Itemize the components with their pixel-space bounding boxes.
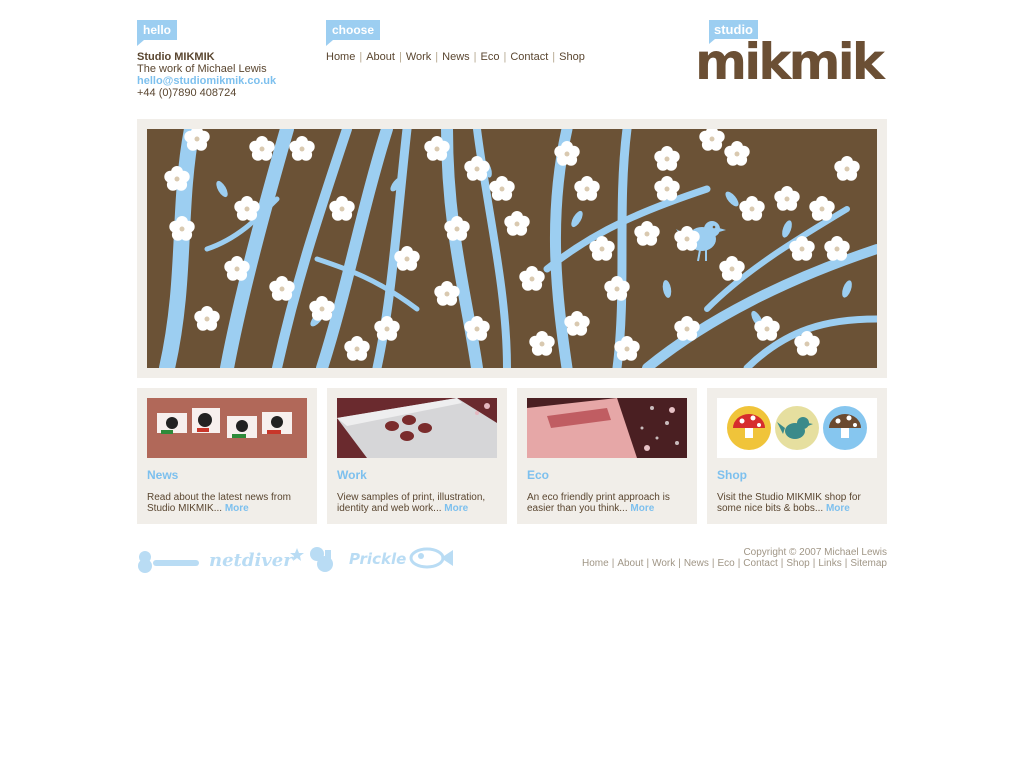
nav-separator: |: [398, 51, 402, 63]
footer-about[interactable]: About: [617, 558, 643, 569]
copyright-text: Copyright © 2007 Michael Lewis: [743, 547, 887, 558]
footer-links[interactable]: Links: [818, 558, 841, 569]
news-card-description: Read about the latest news from Studio M…: [147, 492, 291, 514]
nav-shop[interactable]: Shop: [559, 51, 585, 63]
eco-card-title[interactable]: Eco: [527, 468, 549, 482]
nav-home[interactable]: Home: [326, 51, 355, 63]
nav-news[interactable]: News: [442, 51, 470, 63]
footer-home[interactable]: Home: [582, 558, 609, 569]
footer-separator: |: [678, 558, 681, 569]
shop-card-description: Visit the Studio MIKMIK shop for some ni…: [717, 492, 861, 514]
nav-separator: |: [435, 51, 439, 63]
footer-separator: |: [611, 558, 615, 569]
footer-work[interactable]: Work: [652, 558, 675, 569]
logo-wordmark: mikmik: [695, 33, 885, 91]
work-card[interactable]: Work View samples of print, illustration…: [327, 388, 507, 524]
footer-separator: |: [711, 558, 715, 569]
footer-contact[interactable]: Contact: [743, 558, 777, 569]
nav-contact[interactable]: Contact: [510, 51, 548, 63]
footer-separator: |: [737, 558, 741, 569]
news-card-title[interactable]: News: [147, 468, 178, 482]
news-card[interactable]: News Read about the latest news from Stu…: [137, 388, 317, 524]
work-thumbnail[interactable]: [337, 398, 497, 458]
mushroom-badge-icon: [727, 406, 771, 450]
nav-work[interactable]: Work: [406, 51, 431, 63]
shop-more-link[interactable]: More: [826, 503, 850, 514]
footer-separator: |: [844, 558, 848, 569]
contact-block: Studio MIKMIK The work of Michael Lewis …: [137, 51, 276, 99]
nav-eco[interactable]: Eco: [481, 51, 500, 63]
work-more-link[interactable]: More: [444, 503, 468, 514]
choose-tag: choose: [326, 20, 381, 46]
eco-card[interactable]: Eco An eco friendly print approach is ea…: [517, 388, 697, 524]
nav-about[interactable]: About: [366, 51, 395, 63]
shop-card-title[interactable]: Shop: [717, 468, 747, 482]
blossom-tree-illustration: [159, 129, 877, 368]
svg-text:netdiver: netdiver: [209, 550, 294, 571]
eco-thumbnail[interactable]: [527, 398, 687, 458]
news-more-link[interactable]: More: [225, 503, 249, 514]
work-card-title[interactable]: Work: [337, 468, 367, 482]
partner-logo-1-icon[interactable]: [138, 551, 199, 573]
brown-mushroom-badge-icon: [823, 406, 867, 450]
nav-separator: |: [503, 51, 507, 63]
footer-sitemap[interactable]: Sitemap: [850, 558, 887, 569]
shop-card[interactable]: Shop Visit the Studio MIKMIK shop for so…: [707, 388, 887, 524]
shop-thumbnail[interactable]: [717, 398, 877, 458]
prickle-logo-icon[interactable]: Prickle: [349, 550, 406, 568]
tagline: The work of Michael Lewis: [137, 63, 267, 75]
svg-text:Prickle: Prickle: [349, 550, 406, 568]
footer-eco[interactable]: Eco: [717, 558, 734, 569]
partner-badges: netdiver Prickle: [137, 544, 457, 574]
eco-more-link[interactable]: More: [630, 503, 654, 514]
hello-tag: hello: [137, 20, 178, 46]
main-nav: Home | About | Work | News | Eco | Contact | Shop: [326, 51, 585, 63]
footer-separator: |: [780, 558, 784, 569]
netdiver-logo-icon[interactable]: netdiver: [209, 548, 304, 571]
phone-number: +44 (0)7890 408724: [137, 87, 237, 99]
hero-illustration: [147, 129, 877, 368]
nav-separator: |: [473, 51, 477, 63]
footer-separator: |: [812, 558, 816, 569]
footer-shop[interactable]: Shop: [786, 558, 809, 569]
footer-separator: |: [646, 558, 650, 569]
footer-news[interactable]: News: [684, 558, 709, 569]
news-thumbnail[interactable]: [147, 398, 307, 458]
nav-separator: |: [552, 51, 556, 63]
bird-badge-icon: [775, 406, 819, 450]
eco-card-description: An eco friendly print approach is easier…: [527, 492, 670, 514]
work-card-description: View samples of print, illustration, ide…: [337, 492, 486, 514]
footer: Copyright © 2007 Michael Lewis Home | Abou…: [582, 547, 887, 569]
footer-nav: Home | About | Work | News | Eco | Contact | Shop | Li…: [582, 558, 887, 569]
email-link[interactable]: hello@studiomikmik.co.uk: [137, 75, 276, 87]
nav-separator: |: [359, 51, 363, 63]
fish-logo-icon[interactable]: [409, 547, 453, 569]
site-logo[interactable]: studio mikmik: [695, 20, 887, 90]
studio-name: Studio MIKMIK: [137, 51, 215, 63]
squirrel-logo-icon[interactable]: [310, 547, 333, 572]
hero-frame: [137, 119, 887, 378]
